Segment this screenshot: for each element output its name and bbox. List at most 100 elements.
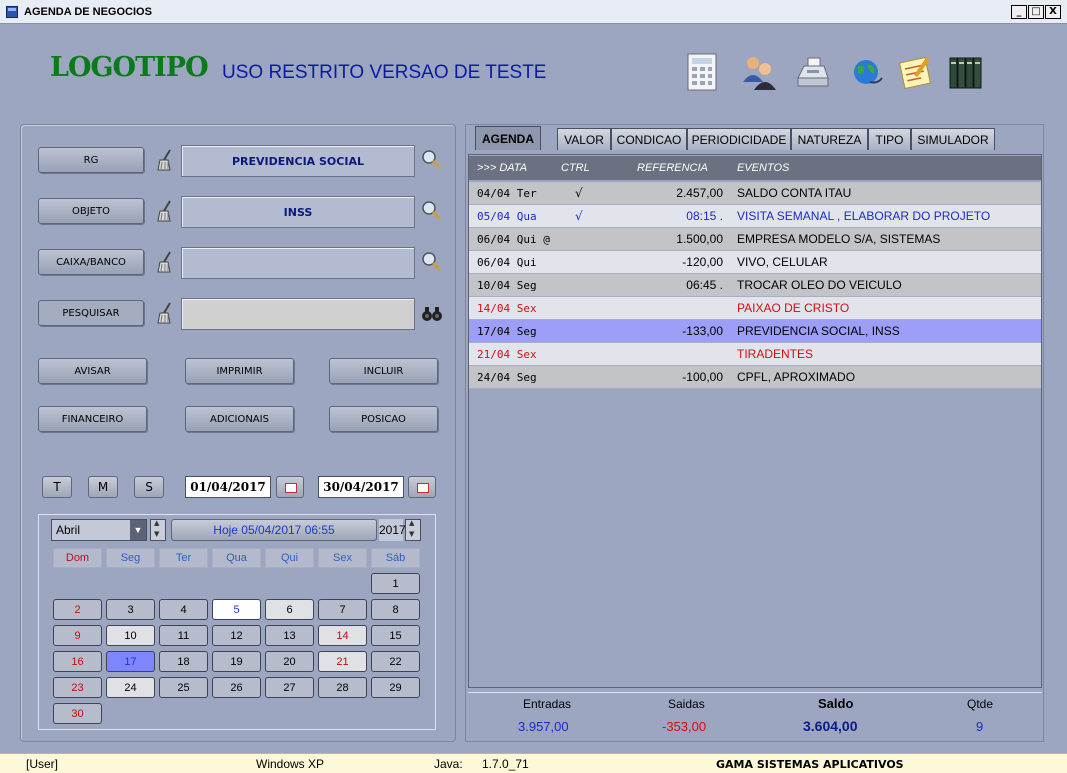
financeiro-button[interactable]: FINANCEIRO <box>38 406 147 432</box>
rg-field[interactable]: PREVIDENCIA SOCIAL <box>181 145 415 177</box>
calendar-day[interactable]: 12 <box>212 625 261 646</box>
imprimir-button[interactable]: IMPRIMIR <box>185 358 294 384</box>
calendar-day[interactable]: 6 <box>265 599 314 620</box>
calendar-day[interactable]: 13 <box>265 625 314 646</box>
end-date-field[interactable]: 30/04/2017 <box>318 476 404 498</box>
calendar-day[interactable]: 21 <box>318 651 367 672</box>
caixa-banco-button[interactable]: CAIXA/BANCO <box>38 249 144 275</box>
column-ctrl[interactable]: CTRL <box>561 162 590 174</box>
table-row[interactable]: 14/04 Sex PAIXAO DE CRISTO <box>469 297 1041 320</box>
search-icon[interactable] <box>421 149 443 171</box>
binoculars-icon[interactable] <box>421 303 443 325</box>
chevron-down-icon[interactable]: ▼ <box>130 520 146 540</box>
calendar-day[interactable]: 26 <box>212 677 261 698</box>
period-t-button[interactable]: T <box>42 476 72 498</box>
calendar-day[interactable]: 8 <box>371 599 420 620</box>
month-select[interactable]: Abril ▼ <box>51 519 147 541</box>
calendar-day[interactable]: 27 <box>265 677 314 698</box>
start-calendar-icon[interactable] <box>276 476 304 498</box>
calendar-day[interactable]: 28 <box>318 677 367 698</box>
calendar-day[interactable]: 1 <box>371 573 420 594</box>
search-input[interactable] <box>181 298 415 330</box>
table-row[interactable]: 17/04 Seg -133,00 PREVIDENCIA SOCIAL, INSS <box>469 320 1041 343</box>
calendar-day[interactable]: 5 <box>212 599 261 620</box>
calendar-day[interactable]: 22 <box>371 651 420 672</box>
notes-icon[interactable] <box>896 52 934 92</box>
table-row[interactable]: 21/04 Sex TIRADENTES <box>469 343 1041 366</box>
table-row[interactable]: 06/04 Qui @ 1.500,00 EMPRESA MODELO S/A, S… <box>469 228 1041 251</box>
tab-tipo[interactable]: TIPO <box>868 128 911 150</box>
avisar-button[interactable]: AVISAR <box>38 358 147 384</box>
calendar-day[interactable]: 15 <box>371 625 420 646</box>
cell-date: 05/04 Qua <box>477 210 537 223</box>
cell-date: 06/04 Qui @ <box>477 233 550 246</box>
pesquisar-button[interactable]: PESQUISAR <box>38 300 144 326</box>
calendar-day[interactable]: 10 <box>106 625 155 646</box>
cell-event: TROCAR OLEO DO VEICULO <box>737 278 902 292</box>
calendar-day[interactable]: 25 <box>159 677 208 698</box>
search-icon[interactable] <box>421 200 443 222</box>
table-row[interactable]: 24/04 Seg -100,00 CPFL, APROXIMADO <box>469 366 1041 389</box>
tab-natureza[interactable]: NATUREZA <box>791 128 868 150</box>
caixa-banco-field[interactable] <box>181 247 415 279</box>
cash-register-icon[interactable] <box>794 52 832 92</box>
calendar-day[interactable]: 16 <box>53 651 102 672</box>
table-row[interactable]: 05/04 Qua √ 08:15 . VISITA SEMANAL , ELABOR… <box>469 205 1041 228</box>
end-calendar-icon[interactable] <box>408 476 436 498</box>
calendar-day[interactable]: 18 <box>159 651 208 672</box>
tab-condicao[interactable]: CONDICAO <box>611 128 687 150</box>
broom-icon[interactable] <box>156 200 174 222</box>
table-row[interactable]: 06/04 Qui -120,00 VIVO, CELULAR <box>469 251 1041 274</box>
table-row[interactable]: 10/04 Seg 06:45 . TROCAR OLEO DO VEICULO <box>469 274 1041 297</box>
column-events[interactable]: EVENTOS <box>737 162 789 174</box>
calendar-day[interactable]: 14 <box>318 625 367 646</box>
objeto-field[interactable]: INSS <box>181 196 415 228</box>
calendar-day[interactable]: 19 <box>212 651 261 672</box>
calendar-day[interactable]: 20 <box>265 651 314 672</box>
column-date[interactable]: >>> DATA <box>477 162 527 174</box>
tab-agenda[interactable]: AGENDA <box>475 126 541 150</box>
minimize-button[interactable]: _ <box>1011 5 1027 19</box>
column-reference[interactable]: REFERENCIA <box>637 162 708 174</box>
calendar-day[interactable]: 3 <box>106 599 155 620</box>
calendar-day[interactable]: 30 <box>53 703 102 724</box>
calendar-day[interactable]: 11 <box>159 625 208 646</box>
broom-icon[interactable] <box>156 302 174 324</box>
calendar-day[interactable]: 4 <box>159 599 208 620</box>
cell-reference: 1.500,00 <box>676 232 723 246</box>
search-icon[interactable] <box>421 251 443 273</box>
calendar-day[interactable]: 9 <box>53 625 102 646</box>
calendar-day[interactable]: 29 <box>371 677 420 698</box>
table-row[interactable]: 04/04 Ter √ 2.457,00 SALDO CONTA ITAU <box>469 182 1041 205</box>
cell-event: CPFL, APROXIMADO <box>737 370 856 384</box>
calendar-day[interactable]: 7 <box>318 599 367 620</box>
incluir-button[interactable]: INCLUIR <box>329 358 438 384</box>
globe-icon[interactable] <box>848 52 886 92</box>
broom-icon[interactable] <box>156 251 174 273</box>
users-icon[interactable] <box>740 52 778 92</box>
agenda-table: >>> DATA CTRL REFERENCIA EVENTOS 04/04 T… <box>468 154 1042 688</box>
tab-periodicidade[interactable]: PERIODICIDADE <box>687 128 791 150</box>
today-button[interactable]: Hoje 05/04/2017 06:55 <box>171 519 377 541</box>
period-m-button[interactable]: M <box>88 476 118 498</box>
year-spinner[interactable] <box>405 519 421 541</box>
posicao-button[interactable]: POSICAO <box>329 406 438 432</box>
calculator-icon[interactable] <box>684 52 722 92</box>
broom-icon[interactable] <box>156 149 174 171</box>
calendar-day[interactable]: 23 <box>53 677 102 698</box>
month-spinner[interactable] <box>150 519 166 541</box>
rg-button[interactable]: RG <box>38 147 144 173</box>
calendar-day[interactable]: 24 <box>106 677 155 698</box>
close-button[interactable]: X <box>1045 5 1061 19</box>
maximize-button[interactable]: □ <box>1028 5 1044 19</box>
calendar-day[interactable]: 17 <box>106 651 155 672</box>
tab-simulador[interactable]: SIMULADOR <box>911 128 995 150</box>
calendar-day[interactable]: 2 <box>53 599 102 620</box>
books-icon[interactable] <box>946 52 984 92</box>
tab-valor[interactable]: VALOR <box>557 128 611 150</box>
start-date-field[interactable]: 01/04/2017 <box>185 476 271 498</box>
year-field[interactable]: 2017 <box>379 519 406 541</box>
adicionais-button[interactable]: ADICIONAIS <box>185 406 294 432</box>
objeto-button[interactable]: OBJETO <box>38 198 144 224</box>
period-s-button[interactable]: S <box>134 476 164 498</box>
